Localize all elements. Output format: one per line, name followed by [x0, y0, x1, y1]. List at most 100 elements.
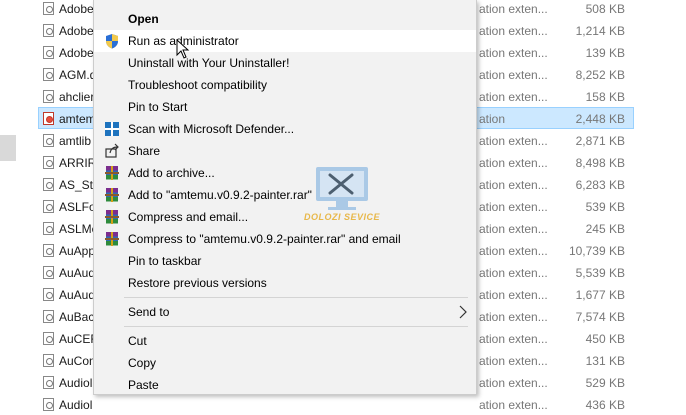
navigation-pane-edge — [0, 135, 16, 161]
file-name: ahclier — [59, 90, 95, 104]
menu-item-pin-to-taskbar[interactable]: Pin to taskbar — [94, 250, 476, 272]
file-name: Adobe — [59, 46, 94, 60]
file-size: 8,498 KB — [575, 156, 625, 170]
file-type: ation exten... — [479, 244, 548, 258]
menu-separator — [124, 297, 468, 298]
menu-item-label: Pin to taskbar — [128, 254, 202, 268]
menu-item-restore-previous-versions[interactable]: Restore previous versions — [94, 272, 476, 294]
dll-file-icon — [43, 178, 54, 191]
menu-item-label: Paste — [128, 378, 159, 392]
menu-item-add-to-amtemu-v0-9-2-painter-rar[interactable]: Add to "amtemu.v0.9.2-painter.rar" — [94, 184, 476, 206]
menu-item-send-to[interactable]: Send to — [94, 301, 476, 323]
file-size: 539 KB — [585, 200, 625, 214]
file-type: ation exten... — [479, 178, 548, 192]
dll-file-icon — [43, 68, 54, 81]
file-type: ation exten... — [479, 134, 548, 148]
file-name: AuCon — [59, 354, 96, 368]
file-size: 436 KB — [585, 398, 625, 412]
file-type: ation exten... — [479, 266, 548, 280]
file-type: ation exten... — [479, 2, 548, 16]
file-type: ation exten... — [479, 46, 548, 60]
shield-icon — [104, 33, 120, 49]
file-name: amtem — [59, 112, 96, 126]
dll-file-icon — [43, 90, 54, 103]
file-row[interactable]: Audiol ation exten... 436 KB — [38, 393, 634, 415]
menu-item-add-to-archive[interactable]: Add to archive... — [94, 162, 476, 184]
menu-item-run-as-administrator[interactable]: Run as administrator — [94, 30, 476, 52]
menu-item-compress-to-amtemu-v0-9-2-painter-rar-and-email[interactable]: Compress to "amtemu.v0.9.2-painter.rar" … — [94, 228, 476, 250]
defender-icon — [104, 121, 120, 137]
file-type: ation exten... — [479, 90, 548, 104]
watermark: DOLOZI SEVICE — [300, 165, 384, 225]
dll-file-icon — [43, 156, 54, 169]
dll-file-icon — [43, 376, 54, 389]
file-type: ation exten... — [479, 24, 548, 38]
file-name: ASLFo — [59, 200, 96, 214]
winrar-icon — [104, 165, 120, 181]
context-menu: Open Run as administrator Uninstall with Y… — [93, 0, 477, 395]
dll-file-icon — [43, 310, 54, 323]
menu-item-label: Add to archive... — [128, 166, 215, 180]
menu-item-label: Uninstall with Your Uninstaller! — [128, 56, 290, 70]
file-type: ation exten... — [479, 288, 548, 302]
file-type: ation — [479, 112, 506, 126]
menu-item-label: Cut — [128, 334, 147, 348]
file-name: Audiol — [59, 376, 93, 390]
file-type: ation exten... — [479, 156, 548, 170]
file-type: ation exten... — [479, 68, 548, 82]
file-name: AGM.d — [59, 68, 97, 82]
dll-file-icon — [43, 266, 54, 279]
menu-item-copy[interactable]: Copy — [94, 352, 476, 374]
dll-file-icon — [43, 200, 54, 213]
dll-file-icon — [43, 354, 54, 367]
file-type: ation exten... — [479, 222, 548, 236]
menu-item-label: Pin to Start — [128, 100, 188, 114]
file-size: 2,448 KB — [575, 112, 625, 126]
tools-monitor-icon — [316, 167, 368, 210]
file-size: 5,539 KB — [575, 266, 625, 280]
menu-item-open[interactable]: Open — [94, 8, 476, 30]
dll-file-icon — [43, 332, 54, 345]
file-size: 6,283 KB — [575, 178, 625, 192]
share-icon — [104, 143, 120, 159]
menu-item-cut[interactable]: Cut — [94, 330, 476, 352]
menu-item-label: Share — [128, 144, 161, 158]
menu-item-uninstall-with-your-uninstaller[interactable]: Uninstall with Your Uninstaller! — [94, 52, 476, 74]
file-size: 529 KB — [585, 376, 625, 390]
file-size: 1,677 KB — [575, 288, 625, 302]
dll-file-icon — [43, 46, 54, 59]
menu-item-paste[interactable]: Paste — [94, 374, 476, 396]
file-type: ation exten... — [479, 200, 548, 214]
file-size: 7,574 KB — [575, 310, 625, 324]
file-name: amtlib — [59, 134, 92, 148]
dll-file-icon — [43, 134, 54, 147]
menu-item-label: Send to — [128, 305, 170, 319]
file-size: 1,214 KB — [575, 24, 625, 38]
menu-item-compress-and-email[interactable]: Compress and email... — [94, 206, 476, 228]
file-size: 508 KB — [585, 2, 625, 16]
menu-item-label: Open — [128, 12, 159, 26]
file-name: Adobe — [59, 24, 94, 38]
file-name: Audiol — [59, 398, 93, 412]
dll-file-icon — [43, 288, 54, 301]
application-file-icon — [43, 112, 54, 125]
file-size: 245 KB — [585, 222, 625, 236]
dll-file-icon — [43, 222, 54, 235]
winrar-icon — [104, 209, 120, 225]
file-type: ation exten... — [479, 354, 548, 368]
menu-item-troubleshoot-compatibility[interactable]: Troubleshoot compatibility — [94, 74, 476, 96]
file-name: AuAud — [59, 266, 96, 280]
menu-item-label: Troubleshoot compatibility — [128, 78, 267, 92]
file-type: ation exten... — [479, 332, 548, 346]
file-type: ation exten... — [479, 398, 548, 412]
file-size: 158 KB — [585, 90, 625, 104]
file-type: ation exten... — [479, 376, 548, 390]
file-size: 139 KB — [585, 46, 625, 60]
menu-item-share[interactable]: Share — [94, 140, 476, 162]
file-type: ation exten... — [479, 310, 548, 324]
file-name: AuBac — [59, 310, 95, 324]
winrar-icon — [104, 231, 120, 247]
menu-item-pin-to-start[interactable]: Pin to Start — [94, 96, 476, 118]
menu-item-scan-with-microsoft-defender[interactable]: Scan with Microsoft Defender... — [94, 118, 476, 140]
dll-file-icon — [43, 244, 54, 257]
